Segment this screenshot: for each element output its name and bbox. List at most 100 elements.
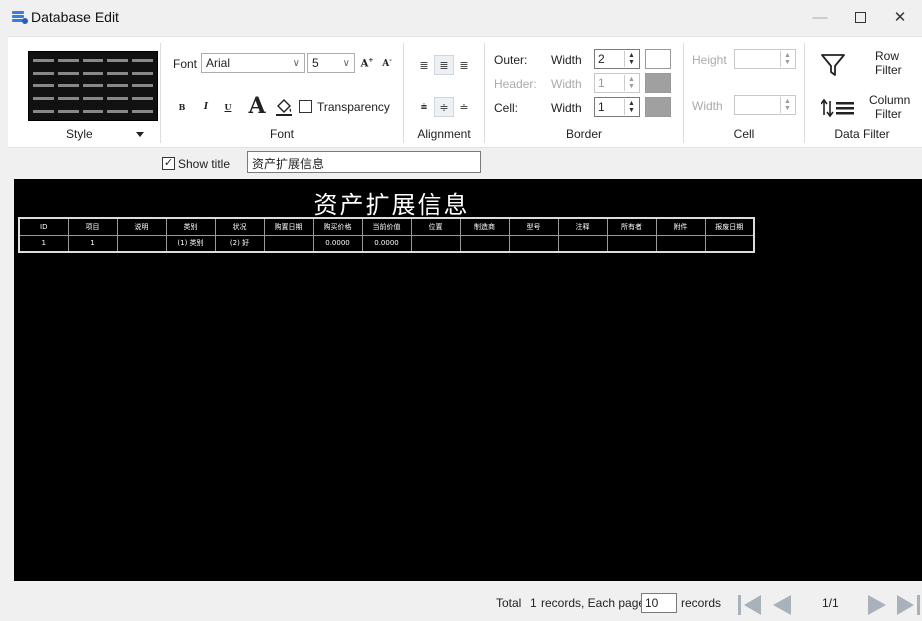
table-header-cell[interactable]: 状况 (214, 217, 265, 236)
title-input[interactable]: 资产扩展信息 (247, 151, 481, 173)
table-header-cell[interactable]: ID (18, 217, 69, 236)
table-header-cell[interactable]: 类别 (165, 217, 216, 236)
table-preview-canvas[interactable]: 资产扩展信息 ID 项目 说明 类别 状况 购置日期 购买价格 当前价值 位置 制造商 型号 注释 所有… (14, 179, 922, 581)
font-label: Font (173, 57, 198, 71)
align-middle-button[interactable]: ≑ (434, 97, 454, 117)
table-cell[interactable] (557, 234, 608, 253)
header-width-label: Width (551, 77, 582, 91)
table-header-cell[interactable]: 附件 (655, 217, 706, 236)
align-top-button[interactable]: ⩧ (414, 97, 434, 117)
bold-button[interactable]: B (175, 99, 189, 115)
show-title-label: Show title (178, 157, 231, 171)
transparency-label: Transparency (317, 100, 390, 114)
table-header-cell[interactable]: 位置 (410, 217, 461, 236)
table-header-cell[interactable]: 说明 (116, 217, 167, 236)
spin-arrows-icon[interactable]: ▲ ▼ (624, 51, 638, 67)
close-button[interactable]: ✕ (880, 4, 920, 30)
table-header-cell[interactable]: 购置日期 (263, 217, 314, 236)
table-header-cell[interactable]: 项目 (67, 217, 118, 236)
table-cell[interactable] (508, 234, 559, 253)
column-filter-label-2: Filter (875, 107, 902, 121)
table-header-cell[interactable]: 所有者 (606, 217, 657, 236)
align-left-button[interactable]: ≣ (414, 55, 434, 75)
spin-arrows-icon[interactable]: ▲ ▼ (624, 99, 638, 115)
column-filter-button[interactable]: Column Filter (811, 91, 915, 127)
table-cell[interactable] (116, 234, 167, 253)
last-page-icon (897, 595, 914, 615)
table-cell[interactable] (606, 234, 657, 253)
previous-page-button[interactable] (773, 595, 793, 615)
table-cell[interactable]: 0.0000 (361, 234, 412, 253)
outer-border-color-swatch[interactable] (645, 49, 671, 69)
decrease-font-size-button[interactable]: A- (379, 55, 395, 71)
align-top-icon: ⩧ (420, 100, 428, 113)
table-cell[interactable] (410, 234, 461, 253)
underline-button[interactable]: U (221, 99, 235, 115)
page-size-input[interactable]: 10 (641, 593, 677, 613)
table-cell[interactable] (655, 234, 706, 253)
transparency-checkbox[interactable] (299, 100, 312, 113)
table-header-cell[interactable]: 注释 (557, 217, 608, 236)
style-group-label: Style (66, 127, 93, 141)
table-cell[interactable] (704, 234, 755, 253)
header-width-spinner[interactable]: 1 ▲ ▼ (594, 73, 640, 93)
first-page-button[interactable] (738, 595, 762, 615)
maximize-button[interactable] (840, 4, 880, 30)
row-filter-button[interactable]: Row Filter (811, 47, 915, 83)
table-cell[interactable] (459, 234, 510, 253)
data-filter-group: Row Filter Column Filter Data Filter (805, 41, 919, 145)
minimize-button[interactable]: — (800, 4, 840, 30)
border-group-label: Border (565, 127, 603, 141)
table-cell[interactable]: 1 (67, 234, 118, 253)
cell-width-label: Width (692, 99, 723, 113)
window-title: Database Edit (31, 9, 119, 25)
align-right-icon: ≣ (459, 59, 469, 72)
table-cell[interactable]: 0.0000 (312, 234, 363, 253)
style-dropdown-icon[interactable] (136, 132, 144, 137)
cell-border-color-swatch[interactable] (645, 97, 671, 117)
first-page-icon (738, 595, 741, 615)
font-group: Font Arial ∨ 5 ∨ A+ A- B I U A Transpare… (161, 41, 403, 145)
maximize-icon (854, 11, 866, 23)
font-color-button[interactable]: A (247, 93, 267, 119)
align-bottom-button[interactable]: ≐ (454, 97, 474, 117)
row-filter-label-1: Row (875, 49, 900, 63)
align-center-button[interactable]: ≣ (434, 55, 454, 75)
font-family-select[interactable]: Arial ∨ (201, 53, 305, 73)
header-border-color-swatch[interactable] (645, 73, 671, 93)
italic-button[interactable]: I (199, 99, 213, 115)
table-cell[interactable]: (1) 类别 (165, 234, 216, 253)
outer-width-spinner[interactable]: 2 ▲ ▼ (594, 49, 640, 69)
next-page-button[interactable] (866, 595, 886, 615)
spin-arrows-icon[interactable]: ▲ ▼ (780, 97, 794, 113)
align-right-button[interactable]: ≣ (454, 55, 474, 75)
preview-table: ID 项目 说明 类别 状况 购置日期 购买价格 当前价值 位置 制造商 型号 注释 所有者 附件 报废日期… (18, 217, 755, 253)
cell-height-spinner[interactable]: ▲ ▼ (734, 49, 796, 69)
cell-width-spinner[interactable]: ▲ ▼ (734, 95, 796, 115)
spin-arrows-icon[interactable]: ▲ ▼ (780, 51, 794, 67)
font-size-select[interactable]: 5 ∨ (307, 53, 355, 73)
table-cell[interactable]: (2) 好 (214, 234, 265, 253)
show-title-checkbox[interactable]: ✓ (162, 157, 175, 170)
bold-icon: B (178, 102, 186, 112)
last-page-button[interactable] (897, 595, 921, 615)
align-center-icon: ≣ (439, 59, 449, 72)
table-header-cell[interactable]: 制造商 (459, 217, 510, 236)
fill-color-button[interactable] (273, 95, 295, 119)
database-edit-icon (12, 11, 28, 24)
table-cell[interactable] (263, 234, 314, 253)
checkmark-icon: ✓ (163, 157, 174, 169)
table-header-cell[interactable]: 型号 (508, 217, 559, 236)
table-header-cell[interactable]: 报废日期 (704, 217, 755, 236)
font-size-value: 5 (312, 56, 319, 70)
table-header-cell[interactable]: 当前价值 (361, 217, 412, 236)
cell-width-value: 1 (598, 100, 605, 114)
cell-width-spinner[interactable]: 1 ▲ ▼ (594, 97, 640, 117)
increase-font-size-button[interactable]: A+ (359, 55, 375, 71)
italic-icon: I (203, 102, 209, 112)
table-header-row: ID 项目 说明 类别 状况 购置日期 购买价格 当前价值 位置 制造商 型号 注释 所有者 附件 报废日期 (18, 217, 755, 236)
table-style-gallery[interactable] (28, 51, 158, 121)
table-cell[interactable]: 1 (18, 234, 69, 253)
table-header-cell[interactable]: 购买价格 (312, 217, 363, 236)
spin-arrows-icon[interactable]: ▲ ▼ (624, 75, 638, 91)
